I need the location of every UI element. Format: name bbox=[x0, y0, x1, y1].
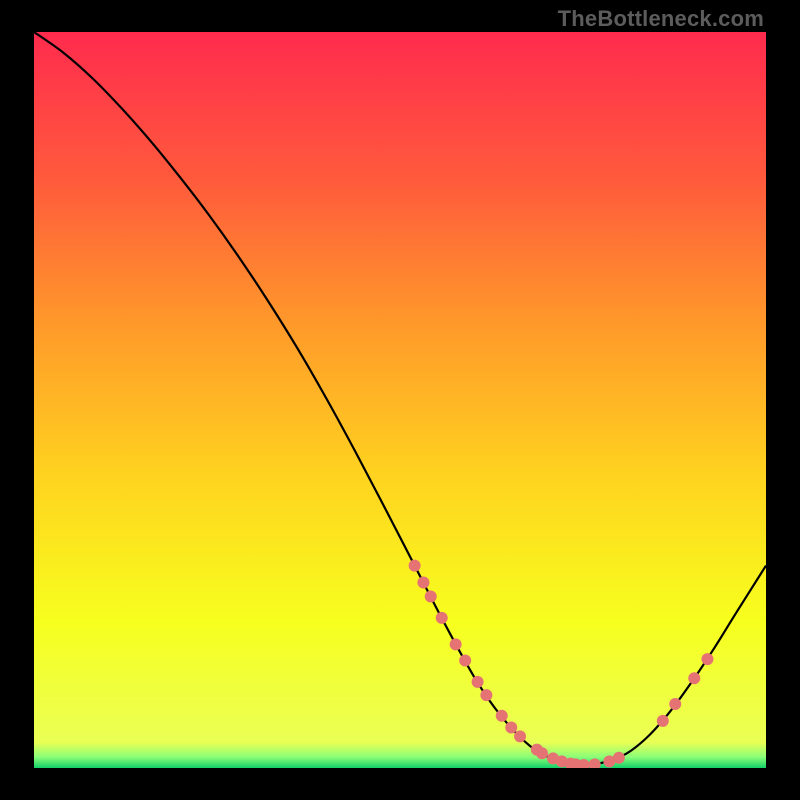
data-dot bbox=[425, 591, 437, 603]
gradient-background bbox=[34, 32, 766, 768]
data-dot bbox=[514, 730, 526, 742]
data-dot bbox=[459, 655, 471, 667]
data-dot bbox=[657, 715, 669, 727]
data-dot bbox=[669, 698, 681, 710]
data-dot bbox=[417, 577, 429, 589]
chart-svg bbox=[34, 32, 766, 768]
data-dot bbox=[409, 560, 421, 572]
data-dot bbox=[536, 747, 548, 759]
data-dot bbox=[496, 710, 508, 722]
plot-area bbox=[34, 32, 766, 768]
data-dot bbox=[436, 612, 448, 624]
data-dot bbox=[688, 672, 700, 684]
chart-frame: TheBottleneck.com bbox=[0, 0, 800, 800]
data-dot bbox=[613, 752, 625, 764]
data-dot bbox=[505, 722, 517, 734]
data-dot bbox=[701, 653, 713, 665]
data-dot bbox=[450, 638, 462, 650]
data-dot bbox=[472, 676, 484, 688]
watermark-text: TheBottleneck.com bbox=[558, 6, 764, 32]
data-dot bbox=[480, 689, 492, 701]
